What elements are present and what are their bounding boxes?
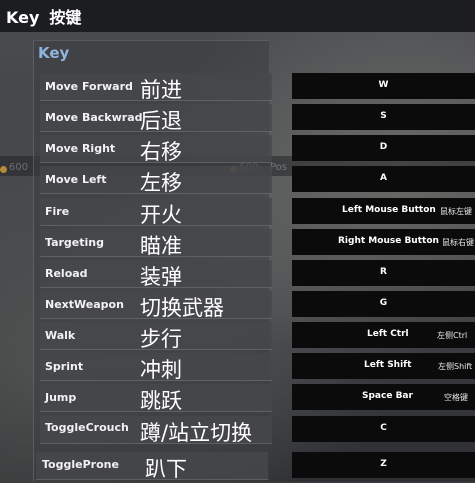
action-label-chinese: 步行 bbox=[140, 327, 182, 351]
action-label: Move Forward bbox=[45, 80, 133, 93]
action-label-chinese: 前进 bbox=[140, 78, 182, 102]
key-label: Left Mouse Button bbox=[342, 205, 436, 215]
action-label: Move Right bbox=[45, 142, 116, 155]
title-chinese: 按键 bbox=[49, 8, 82, 27]
action-label-chinese: 左移 bbox=[140, 171, 182, 195]
key-binding-button[interactable]: W bbox=[292, 73, 475, 99]
action-label: Fire bbox=[45, 205, 70, 218]
action-label: Sprint bbox=[45, 360, 84, 373]
key-binding-button[interactable]: Left Shift 左侧Shift bbox=[292, 353, 475, 379]
key-label: Z bbox=[380, 459, 387, 469]
keybind-row-fire: Fire 开火 Left Mouse Button 鼠标左键 bbox=[0, 196, 475, 227]
key-label: G bbox=[379, 298, 388, 308]
key-label: R bbox=[380, 267, 387, 277]
key-label: W bbox=[378, 80, 389, 90]
keybind-row-toggle-crouch: ToggleCrouch 蹲/站立切换 C bbox=[0, 414, 475, 445]
action-label: ToggleProne bbox=[42, 458, 119, 471]
action-label: NextWeapon bbox=[45, 298, 124, 311]
key-binding-button[interactable]: D bbox=[292, 135, 475, 161]
action-label-chinese: 蹲/站立切换 bbox=[140, 421, 253, 445]
keybind-row-reload: Reload 装弹 R bbox=[0, 258, 475, 289]
action-label-chinese: 跳跃 bbox=[140, 389, 182, 413]
key-binding-button[interactable]: S bbox=[292, 104, 475, 130]
key-binding-button[interactable]: R bbox=[292, 260, 475, 286]
panel-subtitle: Key bbox=[38, 44, 70, 62]
action-label-chinese: 后退 bbox=[140, 109, 182, 133]
key-binding-button[interactable]: Left Ctrl 左侧Ctrl bbox=[292, 322, 475, 348]
keybind-row-move-right: Move Right 右移 D bbox=[0, 133, 475, 164]
key-label: A bbox=[380, 173, 387, 183]
keybind-row-targeting: Targeting 瞄准 Right Mouse Button 鼠标右键 bbox=[0, 227, 475, 258]
action-label-chinese: 冲刺 bbox=[140, 358, 182, 382]
action-label: Jump bbox=[45, 391, 77, 404]
keybind-row-next-weapon: NextWeapon 切换武器 G bbox=[0, 289, 475, 320]
action-label: Reload bbox=[45, 267, 88, 280]
key-label: Left Ctrl bbox=[367, 329, 409, 339]
action-label: Move Backwrad bbox=[45, 111, 143, 124]
action-label: Targeting bbox=[45, 236, 105, 249]
action-label-chinese: 瞄准 bbox=[140, 234, 182, 258]
key-label: Space Bar bbox=[362, 391, 413, 401]
keybind-row-toggle-prone: ToggleProne 趴下 Z bbox=[0, 450, 475, 481]
action-label: Move Left bbox=[45, 173, 107, 186]
action-label-chinese: 切换武器 bbox=[140, 296, 224, 320]
action-label-chinese: 右移 bbox=[140, 140, 182, 164]
key-binding-button[interactable]: A bbox=[292, 166, 475, 192]
action-label: ToggleCrouch bbox=[45, 421, 129, 434]
key-label-chinese: 左侧Ctrl bbox=[437, 331, 468, 340]
key-label: Right Mouse Button bbox=[338, 236, 439, 246]
title-english: Key bbox=[6, 8, 40, 27]
key-binding-button[interactable]: Left Mouse Button 鼠标左键 bbox=[292, 198, 475, 224]
key-binding-button[interactable]: G bbox=[292, 291, 475, 317]
key-label-chinese: 空格键 bbox=[444, 393, 468, 402]
key-label: C bbox=[380, 423, 387, 433]
action-label-chinese: 趴下 bbox=[145, 457, 187, 481]
keybind-row-move-forward: Move Forward 前进 W bbox=[0, 71, 475, 102]
page-title: Key 按键 bbox=[6, 4, 81, 28]
key-label-chinese: 鼠标右键 bbox=[442, 238, 474, 247]
action-label: Walk bbox=[45, 329, 76, 342]
keybind-row-sprint: Sprint 冲刺 Left Shift 左侧Shift bbox=[0, 351, 475, 382]
key-label: D bbox=[379, 142, 388, 152]
action-label-chinese: 开火 bbox=[140, 203, 182, 227]
key-binding-button[interactable]: Space Bar 空格键 bbox=[292, 384, 475, 410]
key-label: Left Shift bbox=[364, 360, 412, 370]
keybind-row-walk: Walk 步行 Left Ctrl 左侧Ctrl bbox=[0, 320, 475, 351]
keybind-row-jump: Jump 跳跃 Space Bar 空格键 bbox=[0, 382, 475, 413]
key-binding-button[interactable]: Right Mouse Button 鼠标右键 bbox=[292, 229, 475, 255]
key-binding-button[interactable]: Z bbox=[292, 452, 475, 478]
key-label-chinese: 鼠标左键 bbox=[440, 207, 472, 216]
action-label-chinese: 装弹 bbox=[140, 265, 182, 289]
key-label-chinese: 左侧Shift bbox=[438, 362, 473, 371]
keybind-row-move-left: Move Left 左移 A bbox=[0, 164, 475, 195]
key-binding-button[interactable]: C bbox=[292, 416, 475, 442]
key-label: S bbox=[380, 111, 387, 121]
keybind-row-move-backward: Move Backwrad 后退 S bbox=[0, 102, 475, 133]
